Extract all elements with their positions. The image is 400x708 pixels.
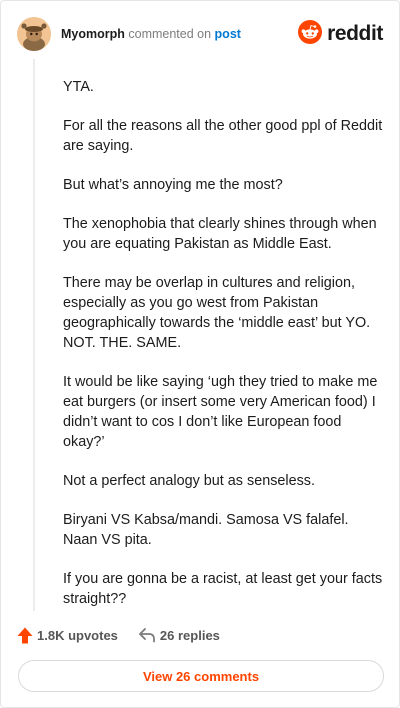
comment-paragraph: YTA. [63, 79, 94, 95]
comment-body: YTA. For all the reasons all the other g… [63, 77, 383, 628]
comment-footer: 1.8K upvotes 26 replies [17, 625, 220, 645]
reply-count: 26 replies [159, 627, 220, 643]
upvote-button[interactable]: 1.8K upvotes [17, 627, 118, 644]
comment-card: Myomorph commented on post reddit YTA. F… [0, 0, 400, 708]
comment-paragraph: Not a perfect analogy but as senseless. [63, 473, 315, 489]
thread-line[interactable] [33, 59, 35, 611]
username-link[interactable]: Myomorph [61, 27, 125, 41]
comment-paragraph: There may be overlap in cultures and rel… [63, 275, 371, 351]
upvote-arrow-icon [17, 627, 33, 644]
reddit-snoo-icon [298, 19, 323, 49]
comment-paragraph: If you are gonna be a racist, at least g… [63, 571, 383, 607]
view-comments-button[interactable]: View 26 comments [18, 660, 384, 692]
action-text: commented on [128, 27, 212, 41]
comment-paragraph: It would be like saying ‘ugh they tried … [63, 374, 378, 450]
comment-paragraph: But what’s annoying me the most? [63, 177, 283, 193]
replies-button[interactable]: 26 replies [138, 627, 220, 643]
reply-arrow-icon [138, 627, 156, 643]
reddit-logo[interactable]: reddit [298, 19, 383, 49]
comment-paragraph: The xenophobia that clearly shines throu… [63, 216, 377, 252]
comment-header: Myomorph commented on post reddit [17, 17, 383, 51]
comment-paragraph: For all the reasons all the other good p… [63, 118, 383, 154]
reddit-wordmark: reddit [327, 22, 383, 45]
user-avatar[interactable] [17, 17, 51, 51]
comment-paragraph: Biryani VS Kabsa/mandi. Samosa VS falafe… [63, 512, 349, 548]
post-link[interactable]: post [215, 27, 241, 41]
upvote-count: 1.8K upvotes [37, 627, 118, 643]
commenter-line: Myomorph commented on post [61, 26, 241, 42]
